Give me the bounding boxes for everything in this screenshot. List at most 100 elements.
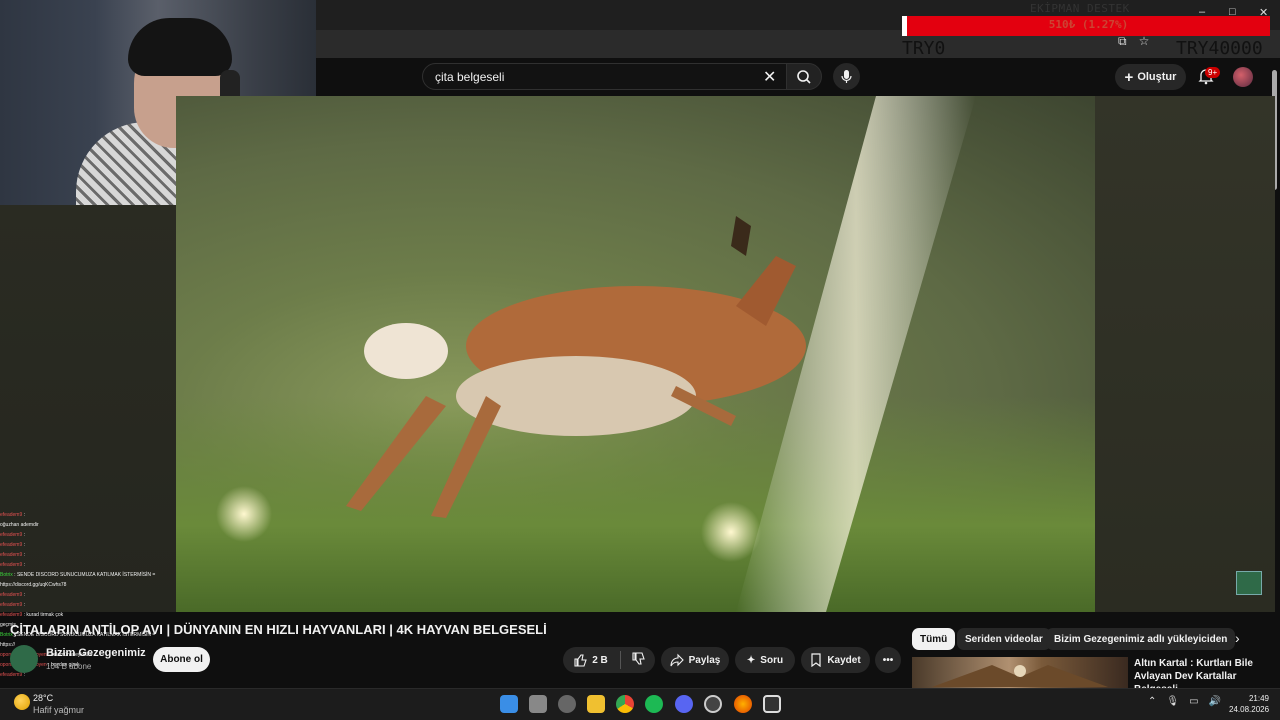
chat-text: SENDE DISCORD SUNUCUMUZA KATILMAK İSTERM… [16,572,156,578]
chat-username[interactable]: efeadem9 [0,672,22,678]
ask-button[interactable]: ✦ Soru [735,647,795,673]
chat-username[interactable]: efeadem9 [0,562,22,568]
chat-text: https://discord.gg/uqKCwhs78 [0,582,67,588]
sparkle-icon: ✦ [746,654,756,666]
channel-watermark-logo[interactable] [1236,571,1262,595]
chat-text: kurad tirmak çok [26,612,64,618]
video-title: ÇİTALARIN ANTİLOP AVI | DÜNYANIN EN HIZL… [10,622,547,637]
eagle-thumbnail-art [932,665,1108,687]
donation-goal-title: EKİPMAN DESTEK [1030,2,1130,15]
chat-separator: : [22,592,26,598]
save-label: Kaydet [827,654,861,666]
weather-icon[interactable] [14,694,30,710]
taskbar-clock[interactable]: 21:49 24.08.2026 [1229,693,1269,715]
chat-message: efeadem9 : [0,560,176,570]
file-explorer-icon[interactable] [587,695,605,713]
notification-count-badge: 9+ [1205,67,1221,78]
create-label: Oluştur [1137,71,1177,83]
like-count: 2 B [592,654,608,666]
windows-taskbar [0,688,1280,720]
thumbs-down-icon [632,651,645,665]
weather-temperature[interactable]: 28°C [33,693,53,703]
microphone-icon [841,70,852,83]
chat-message: https://discord.gg/uqKCwhs78 [0,580,176,590]
share-arrow-icon [670,653,684,667]
chat-message: oğuzhan ademdir [0,520,176,530]
discord-icon[interactable] [675,695,693,713]
chat-separator: : [22,562,26,568]
search-input[interactable]: çita belgeseli ✕ [422,63,788,90]
more-actions-button[interactable]: ••• [875,647,901,673]
create-button[interactable]: + Oluştur [1115,64,1186,90]
mic-tray-icon[interactable]: 🎙 [1166,696,1179,707]
like-dislike-divider [620,651,621,669]
windows-start-icon[interactable] [500,695,518,713]
volume-icon[interactable]: 🔊 [1209,696,1221,707]
chat-username[interactable]: efeadem9 [0,512,22,518]
video-frame-antelope [216,96,976,612]
channel-name[interactable]: Bizim Gezegenimiz [46,647,146,659]
account-avatar[interactable] [1233,67,1253,87]
clock-date: 24.08.2026 [1229,705,1270,714]
chat-username[interactable]: efeadem9 [0,552,22,558]
chat-username[interactable]: efeadem9 [0,602,22,608]
search-icon [797,70,811,84]
chip-from-uploader[interactable]: Bizim Gezegenimiz adlı yükleyiciden [1046,628,1236,650]
chat-separator: : [22,602,26,608]
chat-username[interactable]: efeadem9 [0,532,22,538]
chat-message: efeadem9 : [0,540,176,550]
webcam-person-hair [128,18,232,76]
like-dislike-group: 2 B [563,647,655,673]
bookmark-star-icon[interactable]: ☆ [1139,34,1150,49]
video-player-backdrop-right [1095,96,1275,612]
share-label: Paylaş [688,654,721,666]
spotify-icon[interactable] [645,695,663,713]
clear-search-icon[interactable]: ✕ [763,67,776,87]
related-video-thumbnail[interactable] [912,657,1128,688]
system-tray: ⌃ 🎙 ▭ 🔊 [1148,696,1221,707]
install-app-icon[interactable]: ⧉ [1118,34,1127,49]
donation-start-label: TRY0 [902,38,946,59]
chip-series-videos[interactable]: Seriden videolar [957,628,1051,650]
obs-icon[interactable] [763,695,781,713]
weather-description[interactable]: Hafif yağmur [33,705,84,715]
video-player[interactable] [176,96,1095,612]
chat-separator: : [22,552,26,558]
display-tray-icon[interactable]: ▭ [1189,696,1198,707]
chrome-icon[interactable] [616,695,634,713]
bookmark-icon [811,653,821,667]
search-button[interactable] [786,63,822,90]
like-button[interactable]: 2 B [573,653,608,667]
voice-search-button[interactable] [833,63,860,90]
chat-username[interactable]: efeadem9 [0,612,22,618]
chat-separator: : [22,512,26,518]
channel-avatar[interactable] [10,645,38,673]
settings-icon[interactable] [558,695,576,713]
donation-progress-bar: 510₺ (1.27%) [902,16,1270,36]
plus-icon: + [1124,68,1134,86]
chip-all[interactable]: Tümü [912,628,956,650]
donation-progress-text: 510₺ (1.27%) [1048,18,1129,31]
chat-username[interactable]: Botrix [0,572,13,578]
app-circle-icon[interactable] [704,695,722,713]
chat-message: efeadem9 : [0,530,176,540]
firefox-icon[interactable] [734,695,752,713]
share-button[interactable]: Paylaş [661,647,729,673]
chat-username[interactable]: efeadem9 [0,542,22,548]
chevron-right-icon[interactable]: › [1235,630,1240,646]
task-view-icon[interactable] [529,695,547,713]
chat-separator: : [22,532,26,538]
chat-username[interactable]: efeadem9 [0,592,22,598]
dislike-button[interactable] [631,651,645,669]
save-button[interactable]: Kaydet [801,647,870,673]
chat-text: https:// [0,642,16,648]
chat-text: oğuzhan ademdir [0,522,39,528]
ask-label: Soru [760,654,784,666]
chat-separator: : [22,542,26,548]
browser-extension-icons: ⧉ ☆ [1118,34,1149,49]
chat-message: efeadem9 : [0,510,176,520]
search-query-text[interactable]: çita belgeseli [435,70,504,84]
chat-message: efeadem9 : [0,590,176,600]
chevron-up-icon[interactable]: ⌃ [1148,696,1156,707]
subscribe-button[interactable]: Abone ol [153,647,210,672]
